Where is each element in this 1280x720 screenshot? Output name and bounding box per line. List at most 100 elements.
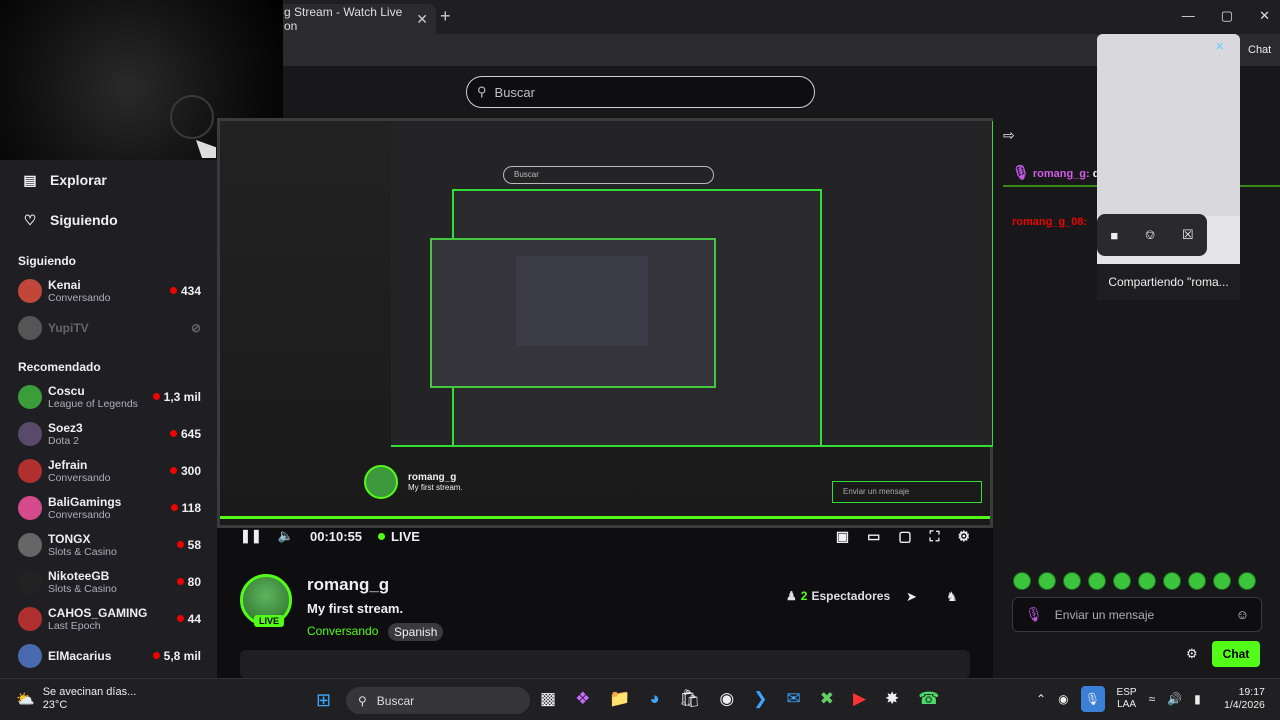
chat-toggle-label[interactable]: Chat bbox=[1248, 44, 1271, 56]
new-tab-button[interactable]: + bbox=[440, 6, 451, 27]
pip-icon[interactable]: ▣ bbox=[836, 528, 849, 545]
channel-avatar bbox=[18, 643, 42, 668]
chat-settings-gear-icon[interactable]: ⚙ bbox=[1186, 646, 1198, 662]
channel-name[interactable]: romang_g bbox=[307, 575, 389, 595]
taskbar-search[interactable]: ⚲ Buscar bbox=[346, 687, 530, 714]
chatgpt-icon[interactable]: ✸ bbox=[885, 689, 899, 709]
emote-icon[interactable] bbox=[1213, 572, 1231, 590]
emoji-icon[interactable]: ☺ bbox=[1236, 607, 1249, 622]
channel-viewers: 58 bbox=[176, 538, 201, 552]
theatre-icon[interactable]: ▭ bbox=[867, 528, 880, 545]
store-icon[interactable]: 🛍 bbox=[679, 689, 701, 709]
player-controls: ❚❚ 🔈 00:10:55 LIVE ▣ ▭ ▢ ⛶ ⚙ bbox=[240, 524, 970, 548]
close-window-button[interactable]: ✕ bbox=[1259, 8, 1270, 24]
emote-icon[interactable] bbox=[1013, 572, 1031, 590]
share-close-icon[interactable]: ✕ bbox=[1215, 40, 1224, 53]
chat-username[interactable]: romang_g_08: bbox=[1012, 216, 1087, 228]
sidebar-channel[interactable]: ElMacarius 5,8 mil bbox=[0, 637, 217, 674]
sidebar-channel[interactable]: BaliGamings Conversando 118 bbox=[0, 489, 217, 526]
channel-name: NikoteeGB bbox=[48, 568, 110, 583]
file-explorer-icon[interactable]: 📁 bbox=[609, 689, 630, 709]
chat-send-button[interactable]: Chat bbox=[1212, 641, 1260, 667]
search-input[interactable]: ⚲ Buscar bbox=[466, 76, 815, 108]
screen-share-thumbnail bbox=[1097, 34, 1240, 216]
xbox-icon[interactable]: ✖ bbox=[820, 689, 834, 709]
clip-icon[interactable]: ▢ bbox=[898, 528, 911, 545]
channel-info: Soez3 Dota 2 bbox=[48, 421, 170, 447]
clock[interactable]: 19:17 1/4/2026 bbox=[1224, 686, 1265, 712]
video-player[interactable]: Buscar romang_g My first stream. Enviar … bbox=[217, 118, 994, 528]
viewer-count: 118 bbox=[181, 500, 201, 515]
tray-app-icon[interactable]: ◉ bbox=[1058, 692, 1068, 706]
emote-icon[interactable] bbox=[1113, 572, 1131, 590]
wifi-icon[interactable]: ≈ bbox=[1149, 692, 1156, 706]
share-controls: ■ ⎊ ☒ bbox=[1097, 214, 1207, 256]
vscode-icon[interactable]: ❯ bbox=[753, 689, 767, 709]
weather-widget[interactable]: ⛅ Se avecinan días... 23°C bbox=[16, 686, 136, 712]
emote-icon[interactable] bbox=[1088, 572, 1106, 590]
language-indicator[interactable]: ESP LAA bbox=[1117, 687, 1137, 711]
settings-gear-icon[interactable]: ⚙ bbox=[957, 528, 970, 545]
heart-icon: ♡ bbox=[23, 211, 37, 228]
live-dot bbox=[378, 532, 386, 540]
sidebar-channel[interactable]: Jefrain Conversando 300 bbox=[0, 452, 217, 489]
sidebar-channel[interactable]: Coscu League of Legends 1,3 mil bbox=[0, 378, 217, 415]
fullscreen-icon[interactable]: ⛶ bbox=[930, 528, 940, 545]
nav-item-label: Explorar bbox=[50, 172, 107, 188]
task-view-icon[interactable]: ▩ bbox=[540, 689, 556, 709]
channel-info: Jefrain Conversando bbox=[48, 458, 170, 484]
collapse-chat-icon[interactable]: ⇨ bbox=[1003, 127, 1015, 144]
battery-icon[interactable]: ▮ bbox=[1194, 692, 1201, 706]
youtube-icon[interactable]: ▶ bbox=[853, 689, 866, 709]
share-icon[interactable]: ➤ bbox=[906, 589, 917, 605]
outlook-icon[interactable]: ✉ bbox=[786, 689, 800, 709]
emote-icon[interactable] bbox=[1188, 572, 1206, 590]
microphone-icon[interactable]: ⎊ bbox=[1145, 227, 1155, 243]
sidebar-channel[interactable]: TONGX Slots & Casino 58 bbox=[0, 526, 217, 563]
emote-icon[interactable] bbox=[1063, 572, 1081, 590]
tray-chevron-icon[interactable]: ⌃ bbox=[1036, 692, 1046, 706]
camera-icon[interactable]: ■ bbox=[1110, 228, 1118, 243]
viewer-count: 80 bbox=[187, 574, 201, 589]
chat-username[interactable]: romang_g: bbox=[1033, 168, 1090, 180]
browser-tab[interactable]: g Stream - Watch Live on ✕ bbox=[276, 4, 436, 34]
volume-icon[interactable]: 🔈 bbox=[278, 528, 294, 544]
sidebar-channel[interactable]: Kenai Conversando 434 bbox=[0, 272, 217, 309]
nested-screen-4 bbox=[516, 256, 648, 346]
video-frame: Buscar romang_g My first stream. Enviar … bbox=[220, 121, 994, 525]
maximize-button[interactable]: ▢ bbox=[1221, 8, 1233, 24]
follow-icon[interactable]: ♞ bbox=[946, 589, 958, 605]
stream-tag[interactable]: Spanish bbox=[388, 623, 444, 641]
stream-category[interactable]: Conversando bbox=[307, 624, 378, 638]
mic-tray-icon[interactable]: 🎙 bbox=[1080, 686, 1105, 712]
speaker-icon[interactable]: 🔊 bbox=[1167, 692, 1182, 706]
minimize-button[interactable]: — bbox=[1182, 8, 1195, 24]
whatsapp-icon[interactable]: ☎ bbox=[918, 689, 939, 709]
sidebar-channel[interactable]: Soez3 Dota 2 645 bbox=[0, 415, 217, 452]
emote-icon[interactable] bbox=[1238, 572, 1256, 590]
stop-share-icon[interactable]: ☒ bbox=[1182, 227, 1194, 243]
edge-icon[interactable]: ◕ bbox=[649, 689, 659, 709]
obs-icon[interactable]: ◉ bbox=[719, 689, 734, 709]
mic-icon: 🎙 bbox=[1012, 164, 1030, 180]
sidebar-channel[interactable]: CAHOS_GAMING Last Epoch 44 bbox=[0, 600, 217, 637]
chat-input[interactable]: 🎙 Enviar un mensaje ☺ bbox=[1012, 597, 1262, 632]
nav-item-explorar[interactable]: ▤ Explorar bbox=[0, 160, 217, 200]
window-controls: — ▢ ✕ bbox=[1182, 8, 1270, 24]
copilot-icon[interactable]: ❖ bbox=[575, 689, 590, 709]
emote-icon[interactable] bbox=[1038, 572, 1056, 590]
compass-icon: ▤ bbox=[23, 171, 37, 188]
nav-item-siguiendo[interactable]: ♡ Siguiendo bbox=[0, 200, 217, 240]
channel-viewers: 1,3 mil bbox=[152, 390, 201, 404]
offline-icon: ⊘ bbox=[190, 320, 201, 335]
emote-icon[interactable] bbox=[1163, 572, 1181, 590]
live-dot bbox=[176, 578, 184, 585]
sidebar-channel[interactable]: NikoteeGB Slots & Casino 80 bbox=[0, 563, 217, 600]
channel-category: Conversando bbox=[48, 508, 111, 521]
sidebar-channel[interactable]: YupiTV ⊘ bbox=[0, 309, 217, 346]
pause-icon[interactable]: ❚❚ bbox=[240, 528, 262, 544]
emote-icon[interactable] bbox=[1138, 572, 1156, 590]
tab-close-icon[interactable]: ✕ bbox=[416, 11, 428, 28]
windows-start-icon[interactable]: ⊞ bbox=[316, 690, 331, 711]
live-dot bbox=[170, 504, 178, 511]
